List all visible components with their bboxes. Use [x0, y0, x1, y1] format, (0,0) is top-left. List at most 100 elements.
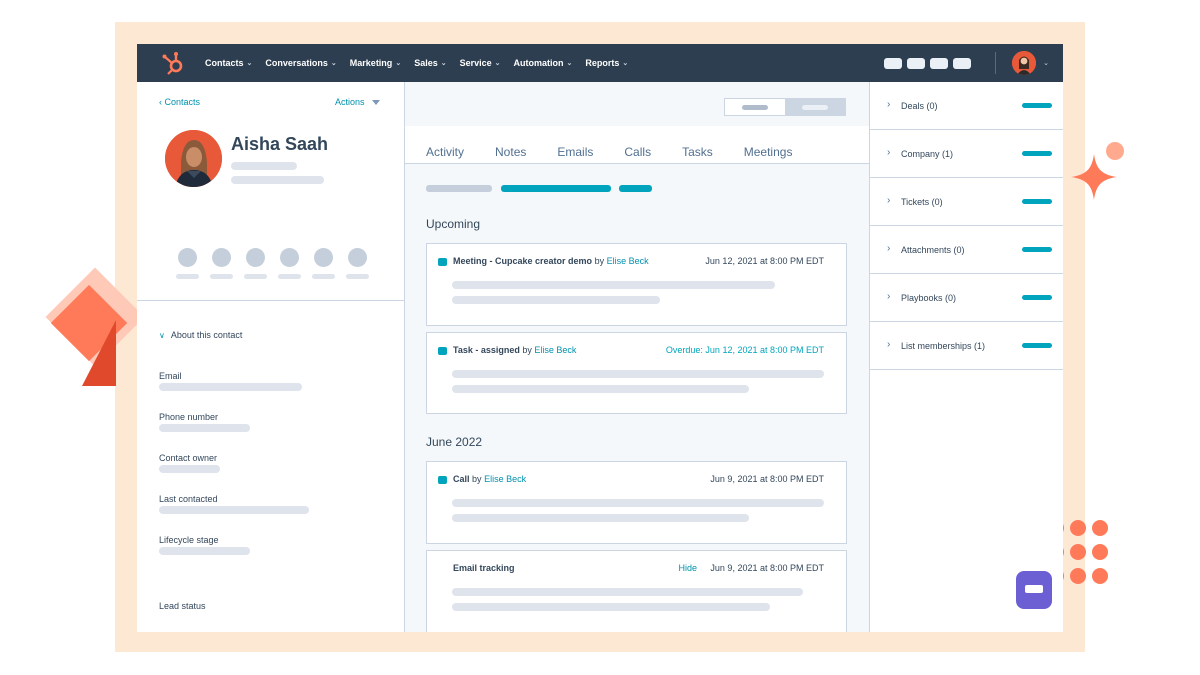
chevron-down-icon[interactable]: ⌄ — [1043, 59, 1049, 67]
nav-item-service[interactable]: Service ⌄ — [460, 58, 501, 68]
tab-calls[interactable]: Calls — [624, 131, 651, 159]
filter-chip-placeholder[interactable] — [619, 185, 652, 192]
contact-name: Aisha Saah — [231, 134, 329, 154]
card-title: Task - assigned by Elise Beck — [453, 345, 576, 355]
nav-item-conversations[interactable]: Conversations ⌄ — [265, 58, 336, 68]
user-avatar[interactable] — [1012, 51, 1037, 75]
sparkle-icon — [1071, 154, 1117, 200]
activity-panel: Activity Notes Emails Calls Tasks Meetin… — [405, 82, 869, 632]
timeline-card-meeting[interactable]: Meeting - Cupcake creator demo by Elise … — [426, 243, 847, 326]
sidebar-item-deals[interactable]: › Deals (0) — [870, 82, 1063, 130]
nav-utility-button[interactable] — [907, 57, 926, 69]
nav-label: Automation — [513, 58, 564, 68]
crm-app-window: Contacts ⌄ Conversations ⌄ Marketing ⌄ Sale… — [137, 44, 1063, 632]
nav-item-sales[interactable]: Sales ⌄ — [414, 58, 446, 68]
card-type: Email tracking — [453, 563, 515, 573]
quick-action-icon — [347, 248, 367, 267]
card-date: Jun 9, 2021 at 8:00 PM EDT — [710, 474, 824, 484]
tab-meetings[interactable]: Meetings — [744, 131, 793, 159]
decorative-dot — [1070, 568, 1086, 584]
card-body-placeholder — [452, 514, 749, 522]
card-type: Call — [453, 474, 470, 484]
quick-action-icon — [313, 248, 333, 267]
quick-action-label-placeholder — [209, 274, 233, 279]
sidebar-item-playbooks[interactable]: › Playbooks (0) — [870, 274, 1063, 322]
chevron-right-icon: › — [887, 243, 891, 254]
chevron-right-icon: › — [887, 99, 891, 110]
timeline-card-email-tracking[interactable]: Email tracking Hide Jun 9, 2021 at 8:00 … — [426, 550, 847, 632]
quick-action-icon — [177, 248, 197, 267]
card-title: Meeting - Cupcake creator demo by Elise … — [453, 256, 649, 266]
hide-link[interactable]: Hide — [678, 563, 697, 573]
top-navigation-bar: Contacts ⌄ Conversations ⌄ Marketing ⌄ Sale… — [137, 44, 1063, 82]
chat-widget-icon[interactable] — [1016, 571, 1052, 609]
nav-item-marketing[interactable]: Marketing ⌄ — [350, 58, 401, 68]
nav-label: Service — [459, 58, 492, 68]
nav-divider — [995, 52, 997, 74]
tab-notes[interactable]: Notes — [495, 131, 526, 159]
filter-chip-placeholder[interactable] — [426, 185, 492, 192]
owner-value-placeholder — [159, 465, 220, 473]
back-to-contacts-link[interactable]: ‹ Contacts — [159, 97, 200, 107]
sprocket-logo-icon[interactable] — [161, 50, 187, 76]
chevron-down-icon: ⌄ — [330, 60, 337, 67]
nav-item-contacts[interactable]: Contacts ⌄ — [205, 58, 252, 68]
card-body-placeholder — [452, 499, 824, 507]
nav-item-reports[interactable]: Reports ⌄ — [585, 58, 628, 68]
quick-action[interactable] — [243, 248, 267, 279]
quick-action-icon — [211, 248, 231, 267]
tab-tasks[interactable]: Tasks — [682, 131, 713, 159]
decorative-dot — [1070, 520, 1086, 536]
chevron-right-icon: › — [887, 195, 891, 206]
toggle-label-placeholder — [742, 104, 768, 110]
timeline-card-call[interactable]: Call by Elise Beck Jun 9, 2021 at 8:00 P… — [426, 461, 847, 544]
card-owner-link[interactable]: Elise Beck — [534, 345, 576, 355]
nav-utility-button[interactable] — [953, 57, 972, 69]
toggle-label-placeholder — [802, 104, 828, 110]
quick-action[interactable] — [175, 248, 199, 279]
sidebar-item-bar — [1022, 199, 1052, 204]
filter-chip-placeholder[interactable] — [501, 185, 611, 192]
card-date: Jun 12, 2021 at 8:00 PM EDT — [705, 256, 824, 266]
phone-value-placeholder — [159, 424, 250, 432]
actions-label: Actions — [335, 97, 365, 107]
meeting-icon — [438, 258, 447, 266]
panel-divider — [137, 300, 405, 301]
nav-utility-button[interactable] — [930, 57, 949, 69]
card-body-placeholder — [452, 603, 770, 611]
about-contact-toggle[interactable]: ∨ About this contact — [159, 330, 242, 340]
sidebar-item-tickets[interactable]: › Tickets (0) — [870, 178, 1063, 226]
sidebar-item-attachments[interactable]: › Attachments (0) — [870, 226, 1063, 274]
contact-profile-panel: ‹ Contacts Actions Aisha Saah ∨ About th… — [137, 82, 405, 632]
view-toggle-option-active[interactable] — [785, 99, 845, 115]
decorative-dot — [1092, 568, 1108, 584]
tab-activity[interactable]: Activity — [426, 131, 464, 159]
quick-action[interactable] — [209, 248, 233, 279]
stage: Contacts ⌄ Conversations ⌄ Marketing ⌄ Sale… — [0, 0, 1200, 675]
quick-action[interactable] — [345, 248, 369, 279]
chevron-right-icon: › — [887, 339, 891, 350]
nav-item-automation[interactable]: Automation ⌄ — [514, 58, 573, 68]
sidebar-item-list-memberships[interactable]: › List memberships (1) — [870, 322, 1063, 370]
nav-label: Contacts — [205, 58, 244, 68]
timeline-card-task[interactable]: Task - assigned by Elise Beck Overdue: J… — [426, 332, 847, 414]
contact-subtitle-placeholder — [231, 162, 297, 170]
view-toggle-option[interactable] — [725, 99, 785, 115]
card-body-placeholder — [452, 385, 749, 393]
sidebar-item-company[interactable]: › Company (1) — [870, 130, 1063, 178]
sidebar-item-label: Attachments (0) — [901, 245, 965, 255]
field-label-email: Email — [159, 371, 182, 381]
decorative-dot — [1070, 544, 1086, 560]
card-owner-link[interactable]: Elise Beck — [607, 256, 649, 266]
card-owner-link[interactable]: Elise Beck — [484, 474, 526, 484]
actions-dropdown[interactable]: Actions — [335, 97, 380, 107]
nav-label: Sales — [414, 58, 438, 68]
sidebar-item-label: Company (1) — [901, 149, 954, 159]
quick-action[interactable] — [311, 248, 335, 279]
nav-utility-area: ⌄ — [879, 44, 1049, 82]
sidebar-item-label: Deals (0) — [901, 101, 938, 111]
tab-emails[interactable]: Emails — [557, 131, 593, 159]
quick-action[interactable] — [277, 248, 301, 279]
chevron-down-icon: ∨ — [159, 331, 165, 340]
nav-utility-button[interactable] — [884, 57, 903, 69]
